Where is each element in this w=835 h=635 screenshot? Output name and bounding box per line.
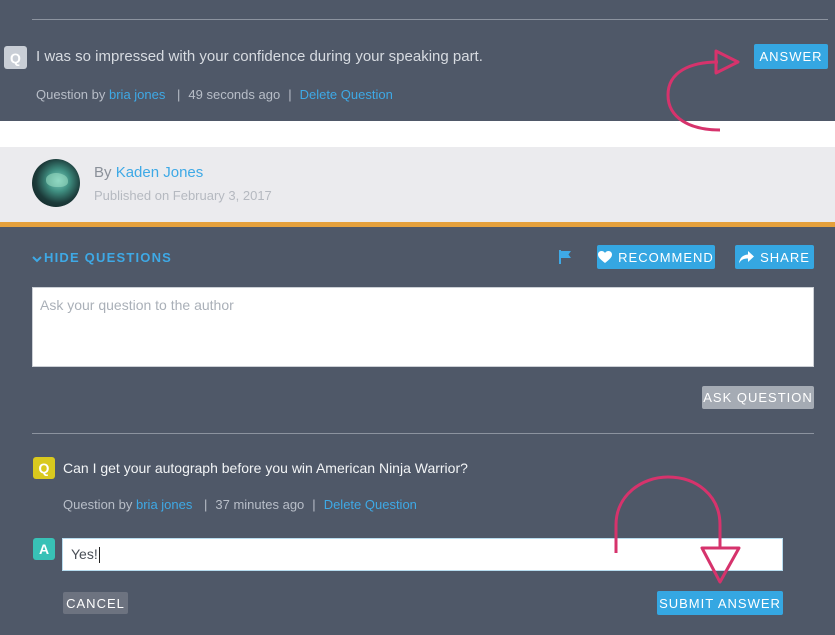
recommend-button[interactable]: RECOMMEND: [597, 245, 715, 269]
author-byline: By Kaden Jones: [94, 164, 203, 181]
question-by-label: Question by: [36, 87, 106, 102]
by-label: By: [94, 164, 112, 181]
chevron-down-icon: [32, 255, 42, 262]
question-time: 49 seconds ago: [188, 87, 281, 102]
delete-question-link[interactable]: Delete Question: [300, 87, 393, 102]
meta-separator: |: [204, 497, 208, 512]
flag-button[interactable]: [558, 249, 574, 265]
share-label: SHARE: [760, 249, 810, 265]
question-text: Can I get your autograph before you win …: [63, 460, 468, 476]
ask-question-placeholder: Ask your question to the author: [40, 297, 234, 313]
share-arrow-icon: [739, 250, 755, 263]
recommend-label: RECOMMEND: [618, 249, 714, 265]
share-button[interactable]: SHARE: [735, 245, 814, 269]
question-badge: Q: [33, 457, 55, 479]
author-bar-accent-line: [0, 222, 835, 227]
hide-questions-toggle[interactable]: HIDE QUESTIONS: [32, 250, 172, 265]
question-author-link[interactable]: bria jones: [136, 497, 192, 512]
submit-answer-button[interactable]: SUBMIT ANSWER: [657, 591, 783, 615]
heart-icon: [598, 250, 613, 263]
annotation-arrow-top: [666, 49, 740, 132]
answer-input-value: Yes!: [71, 546, 98, 562]
question-text: I was so impressed with your confidence …: [36, 48, 483, 65]
question-author-link[interactable]: bria jones: [109, 87, 165, 102]
answer-button[interactable]: ANSWER: [754, 44, 828, 69]
question-time: 37 minutes ago: [215, 497, 305, 512]
answer-badge: A: [33, 538, 55, 560]
meta-separator: |: [312, 497, 316, 512]
author-name-link[interactable]: Kaden Jones: [116, 164, 204, 181]
meta-separator: |: [288, 87, 292, 102]
author-avatar[interactable]: [32, 159, 80, 207]
delete-question-link[interactable]: Delete Question: [324, 497, 417, 512]
ask-question-input[interactable]: Ask your question to the author: [32, 287, 814, 367]
cancel-button[interactable]: CANCEL: [63, 592, 128, 614]
ask-question-button[interactable]: ASK QUESTION: [702, 386, 814, 409]
hide-questions-label: HIDE QUESTIONS: [44, 250, 173, 265]
author-bar: [0, 147, 835, 224]
question-badge: Q: [4, 46, 27, 69]
section-divider: [32, 433, 814, 434]
meta-separator: |: [177, 87, 181, 102]
white-gap: [0, 121, 835, 147]
answer-input[interactable]: Yes!: [62, 538, 783, 571]
text-caret: [98, 547, 100, 564]
question-meta: Question by bria jones | 49 seconds ago | D…: [36, 87, 393, 102]
published-date: Published on February 3, 2017: [94, 188, 272, 203]
question-by-label: Question by: [63, 497, 133, 512]
top-divider: [32, 19, 828, 20]
flag-icon: [559, 250, 571, 264]
question-meta: Question by bria jones | 37 minutes ago | D…: [63, 497, 417, 512]
